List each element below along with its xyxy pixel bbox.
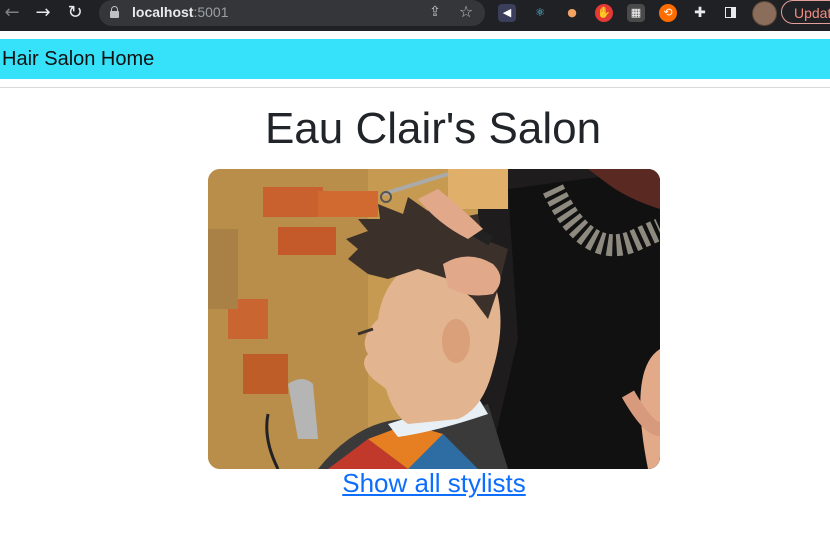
share-icon[interactable]: ⇪: [427, 3, 443, 21]
url-port: :5001: [193, 4, 229, 20]
extension-orange-icon[interactable]: ⟲: [659, 4, 677, 22]
address-bar[interactable]: localhost:5001 ⇪ ☆: [99, 0, 485, 26]
divider: [0, 87, 830, 88]
extension-stop-icon[interactable]: ✋: [595, 4, 613, 22]
extension-megaphone-icon[interactable]: ◀: [498, 4, 516, 22]
profile-avatar[interactable]: [752, 1, 777, 26]
update-button[interactable]: Update: [781, 0, 830, 24]
show-all-stylists-link[interactable]: Show all stylists: [0, 468, 830, 499]
navbar: Hair Salon Home: [0, 39, 830, 79]
navbar-brand-link[interactable]: Hair Salon Home: [2, 48, 154, 71]
extension-grid-icon[interactable]: ▦: [627, 4, 645, 22]
react-devtools-icon[interactable]: ⚛: [531, 4, 549, 22]
browser-toolbar: ← → ↻ localhost:5001 ⇪ ☆ ◀ ⚛ ● ✋ ▦ ⟲ ✚ U…: [0, 0, 830, 31]
page-title: Eau Clair's Salon: [264, 104, 602, 153]
address-url[interactable]: localhost:5001: [132, 4, 229, 20]
extension-capsule-icon[interactable]: ●: [563, 4, 581, 22]
lock-icon[interactable]: [110, 6, 119, 18]
back-arrow-icon[interactable]: ←: [0, 0, 24, 26]
salon-photo: [208, 169, 660, 469]
puzzle-icon[interactable]: ✚: [691, 4, 709, 22]
sidebar-icon[interactable]: [722, 4, 740, 22]
reload-icon[interactable]: ↻: [63, 0, 87, 26]
forward-arrow-icon[interactable]: →: [31, 0, 55, 26]
url-host: localhost: [132, 4, 194, 20]
bookmark-star-icon[interactable]: ☆: [457, 3, 475, 21]
